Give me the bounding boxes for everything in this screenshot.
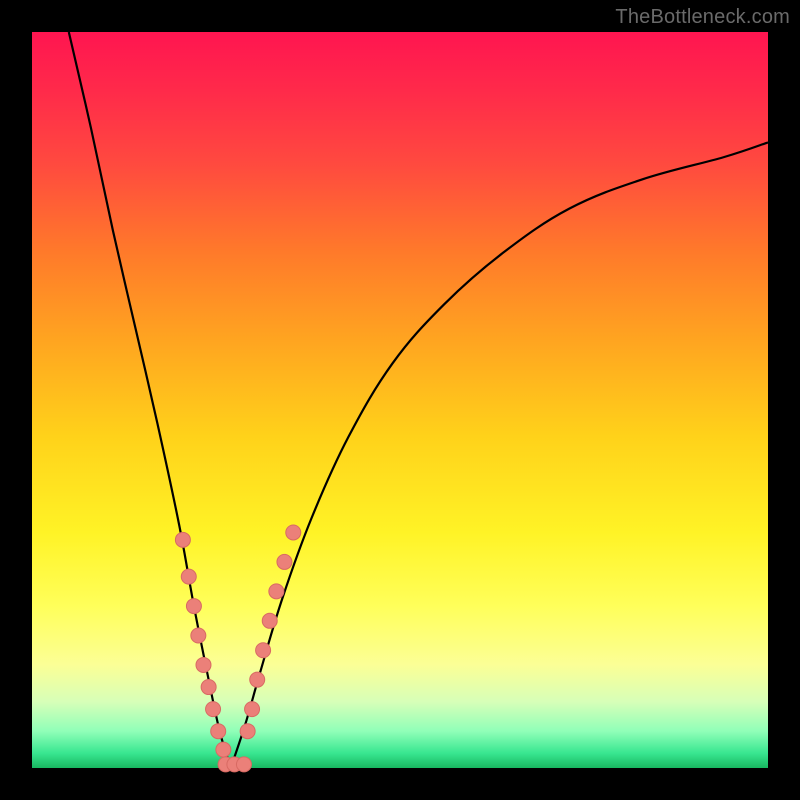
data-point [175,532,190,547]
data-point [216,742,231,757]
data-point [181,569,196,584]
chart-frame: TheBottleneck.com [0,0,800,800]
data-point [206,702,221,717]
watermark-text: TheBottleneck.com [615,6,790,29]
plot-area [32,32,768,768]
data-point [277,554,292,569]
data-point [286,525,301,540]
data-point [236,757,251,772]
data-point [250,672,265,687]
data-point [211,724,226,739]
data-point [201,680,216,695]
data-point [245,702,260,717]
data-point [240,724,255,739]
data-point [269,584,284,599]
curve-right-branch [231,142,768,768]
curve-layer [32,32,768,768]
data-point [256,643,271,658]
data-point [196,657,211,672]
data-point [191,628,206,643]
data-point [262,613,277,628]
data-point [186,599,201,614]
